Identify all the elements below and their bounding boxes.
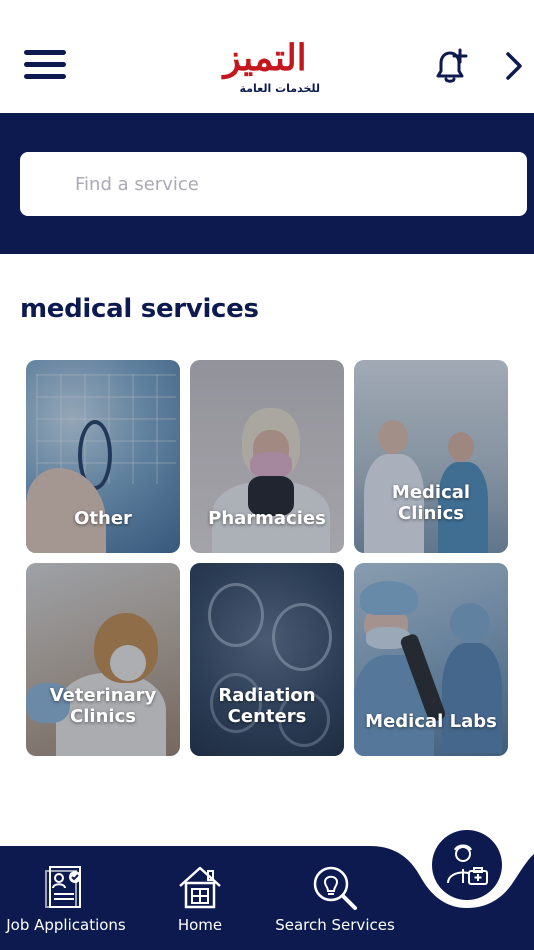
nav-search-services[interactable]: Search Services — [268, 846, 402, 950]
tile-label: Pharmacies — [208, 508, 326, 529]
bell-add-icon[interactable] — [430, 46, 470, 86]
service-tile-medical-clinics[interactable]: Medical Clinics — [354, 360, 508, 553]
tile-label: Veterinary Clinics — [49, 685, 157, 727]
service-tile-radiation-centers[interactable]: Radiation Centers — [190, 563, 344, 756]
search-input[interactable] — [20, 152, 527, 216]
tile-label: Medical Labs — [365, 711, 497, 732]
doctor-services-button[interactable] — [432, 830, 502, 900]
service-tile-veterinary-clinics[interactable]: Veterinary Clinics — [26, 563, 180, 756]
service-tile-pharmacies[interactable]: Pharmacies — [190, 360, 344, 553]
top-bar: التميز للخدمات العامة — [0, 0, 534, 113]
house-icon — [177, 864, 223, 914]
tile-label: Radiation Centers — [218, 685, 316, 727]
hamburger-menu-icon[interactable] — [22, 46, 68, 86]
app-screen: التميز للخدمات العامة medical services — [0, 0, 534, 950]
logo-tagline: للخدمات العامة — [239, 82, 320, 95]
chevron-right-icon[interactable] — [500, 50, 526, 82]
section-title: medical services — [20, 294, 259, 324]
lightbulb-search-icon — [311, 864, 359, 916]
search-band — [0, 113, 534, 254]
service-tile-other[interactable]: Other — [26, 360, 180, 553]
brand-logo: التميز للخدمات العامة — [204, 34, 326, 100]
nav-label: Search Services — [275, 916, 395, 934]
tile-label: Medical Clinics — [391, 482, 471, 524]
nav-label: Job Applications — [6, 916, 126, 934]
search-box — [20, 152, 527, 216]
resume-checklist-icon — [44, 864, 88, 914]
logo-name: التميز — [223, 37, 307, 79]
nav-home[interactable]: Home — [160, 846, 240, 950]
tile-label: Other — [74, 508, 132, 529]
service-tile-medical-labs[interactable]: Medical Labs — [354, 563, 508, 756]
nav-job-applications[interactable]: Job Applications — [0, 846, 132, 950]
doctor-briefcase-icon — [447, 844, 488, 885]
nav-label: Home — [177, 916, 223, 934]
